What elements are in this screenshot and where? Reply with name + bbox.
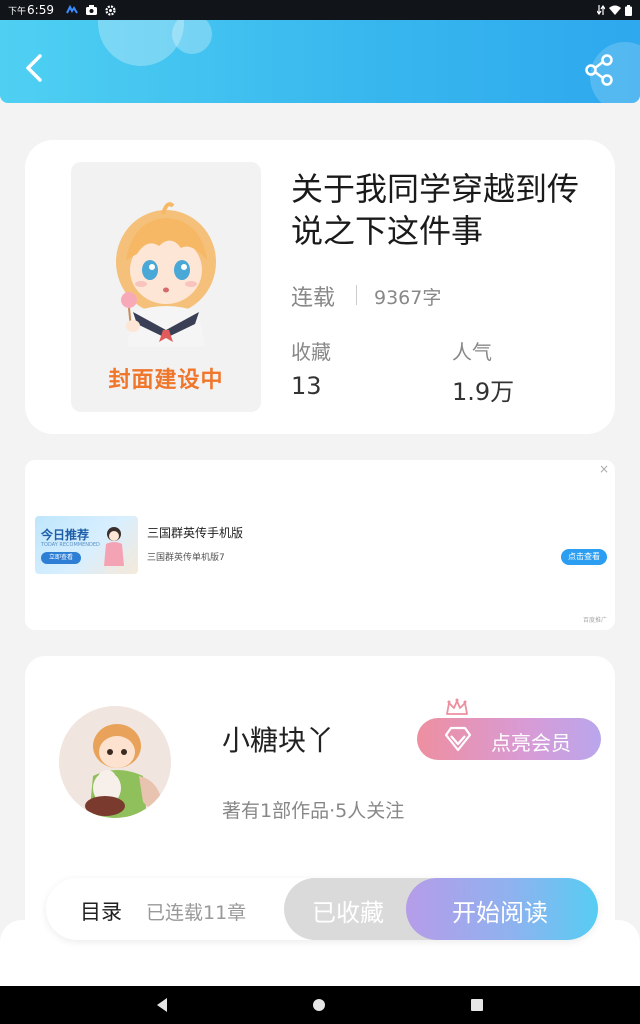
header-bar bbox=[0, 20, 640, 103]
ad-title[interactable]: 三国群英传手机版 bbox=[147, 524, 243, 541]
ad-image-title: 今日推荐 bbox=[41, 528, 90, 542]
book-title: 关于我同学穿越到传说之下这件事 bbox=[291, 170, 580, 250]
serial-status: 连载 bbox=[291, 286, 336, 311]
chapter-count[interactable]: 已连载11章 bbox=[146, 898, 246, 925]
start-reading-button[interactable]: 开始阅读 bbox=[406, 878, 598, 940]
battery-icon bbox=[625, 4, 632, 16]
header-bubble-decoration bbox=[172, 20, 212, 54]
author-avatar[interactable] bbox=[59, 706, 171, 818]
header-bubble-decoration bbox=[98, 20, 184, 66]
popularity-label: 人气 bbox=[452, 340, 492, 364]
collected-button-label: 已收藏 bbox=[312, 899, 384, 927]
share-button[interactable] bbox=[582, 52, 618, 88]
back-button[interactable] bbox=[18, 48, 50, 88]
popularity-count: 1.9万 bbox=[452, 378, 515, 406]
status-time: 下午6:59 bbox=[8, 3, 54, 17]
chevron-left-icon bbox=[26, 54, 42, 82]
gear-icon bbox=[105, 4, 116, 16]
nav-recent-apps-icon[interactable] bbox=[471, 999, 483, 1011]
status-divider bbox=[356, 285, 357, 305]
data-arrows-icon bbox=[597, 5, 605, 15]
table-of-contents-button[interactable]: 目录 bbox=[80, 896, 122, 926]
vip-membership-button[interactable]: 点亮会员 bbox=[417, 718, 601, 760]
start-reading-label: 开始阅读 bbox=[452, 899, 548, 927]
book-info-card: 封面建设中 关于我同学穿越到传说之下这件事 连载 9367字 收藏 13 人气 … bbox=[25, 140, 615, 434]
book-cover[interactable]: 封面建设中 bbox=[71, 162, 261, 412]
author-name[interactable]: 小糖块丫 bbox=[222, 719, 334, 759]
wifi-icon bbox=[609, 5, 621, 15]
status-bar: 下午6:59 bbox=[0, 0, 640, 20]
ad-image[interactable]: 今日推荐 TODAY RECOMMENDED 立即查看 bbox=[35, 516, 138, 574]
ad-close-button[interactable]: × bbox=[599, 462, 609, 476]
camera-icon bbox=[85, 5, 97, 15]
ad-image-button: 立即查看 bbox=[41, 552, 81, 564]
status-time-prefix: 下午 bbox=[8, 7, 27, 17]
ad-description: 三国群英传单机版7 bbox=[147, 553, 225, 563]
ad-cta-button[interactable]: 点击查看 bbox=[561, 549, 607, 565]
status-system-icons bbox=[597, 4, 632, 16]
favorites-label: 收藏 bbox=[291, 340, 331, 364]
word-count: 9367字 bbox=[374, 287, 442, 309]
author-stats: 著有1部作品·5人关注 bbox=[222, 800, 405, 822]
status-time-value: 6:59 bbox=[27, 3, 54, 17]
ad-banner[interactable]: × 今日推荐 TODAY RECOMMENDED 立即查看 三国群英传手机版 三… bbox=[25, 460, 615, 630]
share-icon bbox=[585, 54, 613, 86]
app-notification-icon bbox=[66, 5, 78, 14]
status-notification-icons bbox=[66, 4, 116, 16]
crown-icon bbox=[446, 698, 468, 715]
vip-button-label: 点亮会员 bbox=[491, 731, 571, 755]
ad-girl-illustration bbox=[104, 527, 124, 572]
diamond-icon bbox=[444, 726, 472, 752]
cover-illustration bbox=[116, 202, 216, 347]
nav-back-icon[interactable] bbox=[155, 997, 169, 1013]
system-navigation-bar bbox=[0, 986, 640, 1024]
avatar-illustration bbox=[59, 706, 171, 818]
cover-placeholder-text: 封面建设中 bbox=[108, 368, 224, 393]
ad-source-label: 百度推广 bbox=[582, 617, 607, 624]
bottom-action-bar: 目录 已连载11章 已收藏 开始阅读 bbox=[46, 878, 598, 940]
nav-home-icon[interactable] bbox=[313, 999, 325, 1011]
favorites-count: 13 bbox=[291, 372, 322, 400]
